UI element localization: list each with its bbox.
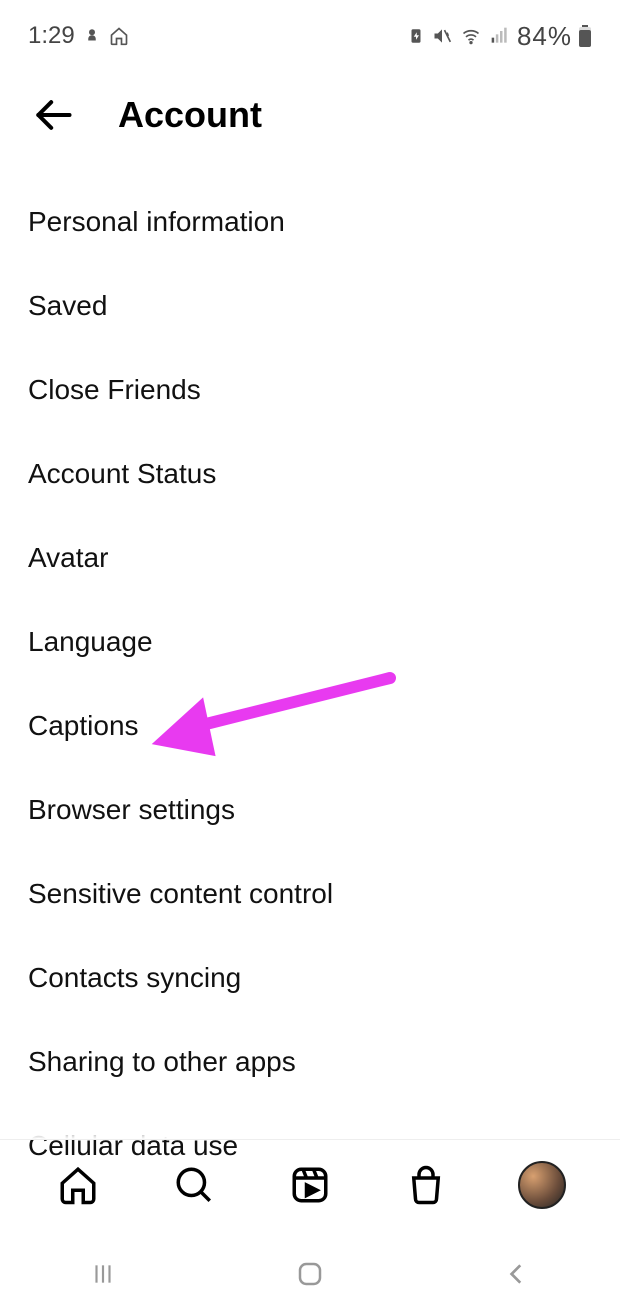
back-button[interactable] <box>28 90 78 140</box>
avatar-icon <box>518 1161 566 1209</box>
wifi-icon <box>459 26 483 46</box>
status-time: 1:29 <box>28 22 75 50</box>
status-left: 1:29 <box>28 22 129 50</box>
sys-recents[interactable] <box>73 1254 133 1294</box>
search-icon <box>173 1164 215 1206</box>
menu-item-avatar[interactable]: Avatar <box>28 516 592 600</box>
mute-icon <box>431 26 453 46</box>
sys-home-icon <box>295 1259 325 1289</box>
battery-icon <box>578 25 592 47</box>
nav-search[interactable] <box>167 1158 221 1212</box>
menu-item-contacts-syncing[interactable]: Contacts syncing <box>28 936 592 1020</box>
page-header: Account <box>0 60 620 180</box>
menu-item-browser-settings[interactable]: Browser settings <box>28 768 592 852</box>
nav-reels[interactable] <box>283 1158 337 1212</box>
battery-percent: 84% <box>517 21 572 52</box>
status-right: 84% <box>407 21 592 52</box>
signal-icon <box>489 26 511 46</box>
chevron-left-icon <box>504 1261 530 1287</box>
page-title: Account <box>118 94 262 136</box>
menu-item-captions[interactable]: Captions <box>28 684 592 768</box>
notification-icon <box>83 27 101 45</box>
sys-back[interactable] <box>487 1254 547 1294</box>
system-nav <box>0 1239 620 1309</box>
menu-item-saved[interactable]: Saved <box>28 264 592 348</box>
status-bar: 1:29 84% <box>0 0 620 60</box>
nav-profile[interactable] <box>515 1158 569 1212</box>
battery-saver-icon <box>407 26 425 46</box>
home-icon <box>57 1164 99 1206</box>
menu-item-sharing-to-other-apps[interactable]: Sharing to other apps <box>28 1020 592 1104</box>
recents-icon <box>88 1261 118 1287</box>
list-fade <box>0 1119 620 1139</box>
menu-item-personal-information[interactable]: Personal information <box>28 180 592 264</box>
menu-item-language[interactable]: Language <box>28 600 592 684</box>
account-menu: Personal information Saved Close Friends… <box>0 180 620 1188</box>
menu-item-close-friends[interactable]: Close Friends <box>28 348 592 432</box>
nav-home[interactable] <box>51 1158 105 1212</box>
reels-icon <box>289 1164 331 1206</box>
home-status-icon <box>109 26 129 46</box>
menu-item-account-status[interactable]: Account Status <box>28 432 592 516</box>
shop-icon <box>405 1164 447 1206</box>
menu-item-sensitive-content-control[interactable]: Sensitive content control <box>28 852 592 936</box>
arrow-left-icon <box>31 93 75 137</box>
sys-home[interactable] <box>280 1254 340 1294</box>
bottom-nav <box>0 1139 620 1229</box>
nav-shop[interactable] <box>399 1158 453 1212</box>
